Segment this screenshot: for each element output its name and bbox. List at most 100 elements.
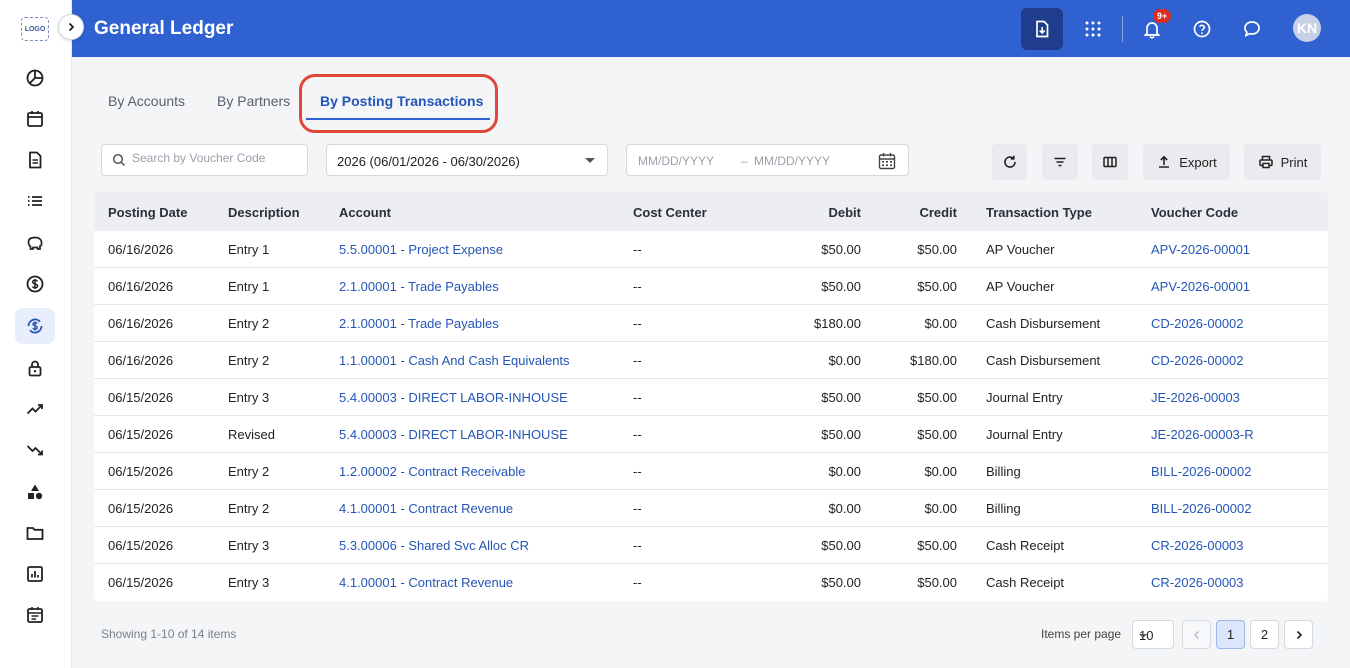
filter-button[interactable] <box>1042 144 1078 180</box>
cell-voucher-code[interactable]: JE-2026-00003 <box>1151 390 1240 405</box>
page-button-2[interactable]: 2 <box>1250 620 1279 649</box>
cell-account[interactable]: 5.3.00006 - Shared Svc Alloc CR <box>339 538 529 553</box>
tab-by-accounts[interactable]: By Accounts <box>108 93 185 109</box>
period-select[interactable]: 2026 (06/01/2026 - 06/30/2026) <box>326 144 608 176</box>
sidebar-item-general-ledger[interactable] <box>15 308 55 344</box>
print-button[interactable]: Print <box>1244 144 1321 180</box>
cell-account[interactable]: 1.2.00002 - Contract Receivable <box>339 464 525 479</box>
table-row[interactable]: 06/15/2026 Entry 2 4.1.00001 - Contract Re… <box>94 490 1328 527</box>
cell-description: Entry 3 <box>228 390 270 405</box>
cell-account[interactable]: 2.1.00001 - Trade Payables <box>339 279 499 294</box>
cell-voucher-code[interactable]: APV-2026-00001 <box>1151 242 1250 257</box>
chat-button[interactable] <box>1231 8 1273 50</box>
calendar-icon[interactable] <box>878 152 896 170</box>
column-header-debit[interactable]: Debit <box>794 205 862 220</box>
sidebar-item-calendar[interactable] <box>15 101 55 137</box>
table-row[interactable]: 06/15/2026 Entry 2 1.2.00002 - Contract Re… <box>94 453 1328 490</box>
sidebar-item-list[interactable] <box>15 183 55 219</box>
sidebar-item-savings[interactable] <box>15 225 55 261</box>
cell-posting-date: 06/16/2026 <box>108 242 174 257</box>
cell-voucher-code[interactable]: APV-2026-00001 <box>1151 279 1250 294</box>
column-header-description[interactable]: Description <box>228 205 300 220</box>
cell-account[interactable]: 4.1.00001 - Contract Revenue <box>339 575 513 590</box>
sidebar-item-schedule[interactable] <box>15 597 55 633</box>
voucher-search[interactable] <box>101 144 308 176</box>
cell-description: Entry 1 <box>228 279 270 294</box>
table-row[interactable]: 06/15/2026 Entry 3 5.3.00006 - Shared Svc … <box>94 527 1328 564</box>
columns-button[interactable] <box>1092 144 1128 180</box>
download-report-button[interactable] <box>1021 8 1063 50</box>
sidebar-item-dashboard[interactable] <box>15 60 55 96</box>
cell-voucher-code[interactable]: CD-2026-00002 <box>1151 316 1244 331</box>
column-header-transaction-type[interactable]: Transaction Type <box>986 205 1092 220</box>
table-row[interactable]: 06/16/2026 Entry 2 1.1.00001 - Cash And Ca… <box>94 342 1328 379</box>
table-row[interactable]: 06/16/2026 Entry 1 2.1.00001 - Trade Payab… <box>94 268 1328 305</box>
prev-page-button[interactable] <box>1182 620 1211 649</box>
cell-voucher-code[interactable]: CD-2026-00002 <box>1151 353 1244 368</box>
cell-account[interactable]: 4.1.00001 - Contract Revenue <box>339 501 513 516</box>
items-per-page-label: Items per page <box>1041 627 1122 641</box>
table-row[interactable]: 06/15/2026 Entry 3 5.4.00003 - DIRECT LABO… <box>94 379 1328 416</box>
next-page-button[interactable] <box>1284 620 1313 649</box>
column-header-credit[interactable]: Credit <box>874 205 957 220</box>
sidebar-item-revenue[interactable] <box>15 391 55 427</box>
cell-voucher-code[interactable]: JE-2026-00003-R <box>1151 427 1254 442</box>
cell-cost-center: -- <box>633 242 642 257</box>
cell-account[interactable]: 5.4.00003 - DIRECT LABOR-INHOUSE <box>339 390 568 405</box>
sidebar-item-documents[interactable] <box>15 142 55 178</box>
export-button[interactable]: Export <box>1143 144 1230 180</box>
date-from-input[interactable]: MM/DD/YYYY <box>638 154 714 168</box>
sidebar-item-folders[interactable] <box>15 515 55 551</box>
refresh-button[interactable] <box>992 144 1027 180</box>
cell-voucher-code[interactable]: CR-2026-00003 <box>1151 575 1244 590</box>
sidebar-item-reports[interactable] <box>15 556 55 592</box>
sidebar-toggle-button[interactable] <box>58 14 84 40</box>
sidebar-item-security[interactable] <box>15 350 55 386</box>
table-row[interactable]: 06/16/2026 Entry 2 2.1.00001 - Trade Payab… <box>94 305 1328 342</box>
chat-bubble-icon <box>1244 21 1260 38</box>
table-row[interactable]: 06/15/2026 Entry 3 4.1.00001 - Contract Re… <box>94 564 1328 601</box>
cell-account[interactable]: 2.1.00001 - Trade Payables <box>339 316 499 331</box>
column-header-posting-date[interactable]: Posting Date <box>108 205 187 220</box>
top-header: General Ledger 9+ KN <box>72 0 1350 57</box>
user-avatar[interactable]: KN <box>1293 14 1321 42</box>
apps-menu-button[interactable] <box>1072 8 1114 50</box>
search-icon <box>112 153 126 167</box>
table-row[interactable]: 06/16/2026 Entry 1 5.5.00001 - Project Exp… <box>94 231 1328 268</box>
tab-by-partners[interactable]: By Partners <box>217 93 290 109</box>
page-button-1[interactable]: 1 <box>1216 620 1245 649</box>
piggy-bank-icon <box>27 236 43 250</box>
table-row[interactable]: 06/15/2026 Revised 5.4.00003 - DIRECT LABO… <box>94 416 1328 453</box>
cell-credit: $50.00 <box>917 390 957 405</box>
column-header-cost-center[interactable]: Cost Center <box>633 205 707 220</box>
cell-description: Entry 3 <box>228 575 270 590</box>
cell-account[interactable]: 1.1.00001 - Cash And Cash Equivalents <box>339 353 570 368</box>
cell-account[interactable]: 5.5.00001 - Project Expense <box>339 242 503 257</box>
cell-cost-center: -- <box>633 538 642 553</box>
dollar-circle-icon <box>26 275 44 293</box>
items-per-page-select[interactable]: 10 <box>1132 620 1174 649</box>
cell-cost-center: -- <box>633 316 642 331</box>
cell-voucher-code[interactable]: BILL-2026-00002 <box>1151 464 1251 479</box>
notifications-button[interactable]: 9+ <box>1131 8 1173 50</box>
date-range-picker[interactable]: MM/DD/YYYY – MM/DD/YYYY <box>626 144 909 176</box>
cell-description: Entry 2 <box>228 501 270 516</box>
trending-down-icon <box>26 445 43 456</box>
cell-posting-date: 06/15/2026 <box>108 464 174 479</box>
column-header-account[interactable]: Account <box>339 205 391 220</box>
date-to-input[interactable]: MM/DD/YYYY <box>754 154 830 168</box>
sidebar-item-finance[interactable] <box>15 266 55 302</box>
sidebar-item-assets[interactable] <box>15 474 55 510</box>
cell-voucher-code[interactable]: CR-2026-00003 <box>1151 538 1244 553</box>
help-button[interactable] <box>1181 8 1223 50</box>
sidebar-item-expenses[interactable] <box>15 432 55 468</box>
search-input[interactable] <box>132 151 302 165</box>
cell-transaction-type: Journal Entry <box>986 390 1063 405</box>
cell-voucher-code[interactable]: BILL-2026-00002 <box>1151 501 1251 516</box>
cell-cost-center: -- <box>633 279 642 294</box>
cell-credit: $50.00 <box>917 279 957 294</box>
column-header-voucher-code[interactable]: Voucher Code <box>1151 205 1238 220</box>
app-logo: LOGO <box>21 17 49 41</box>
cell-cost-center: -- <box>633 427 642 442</box>
cell-account[interactable]: 5.4.00003 - DIRECT LABOR-INHOUSE <box>339 427 568 442</box>
